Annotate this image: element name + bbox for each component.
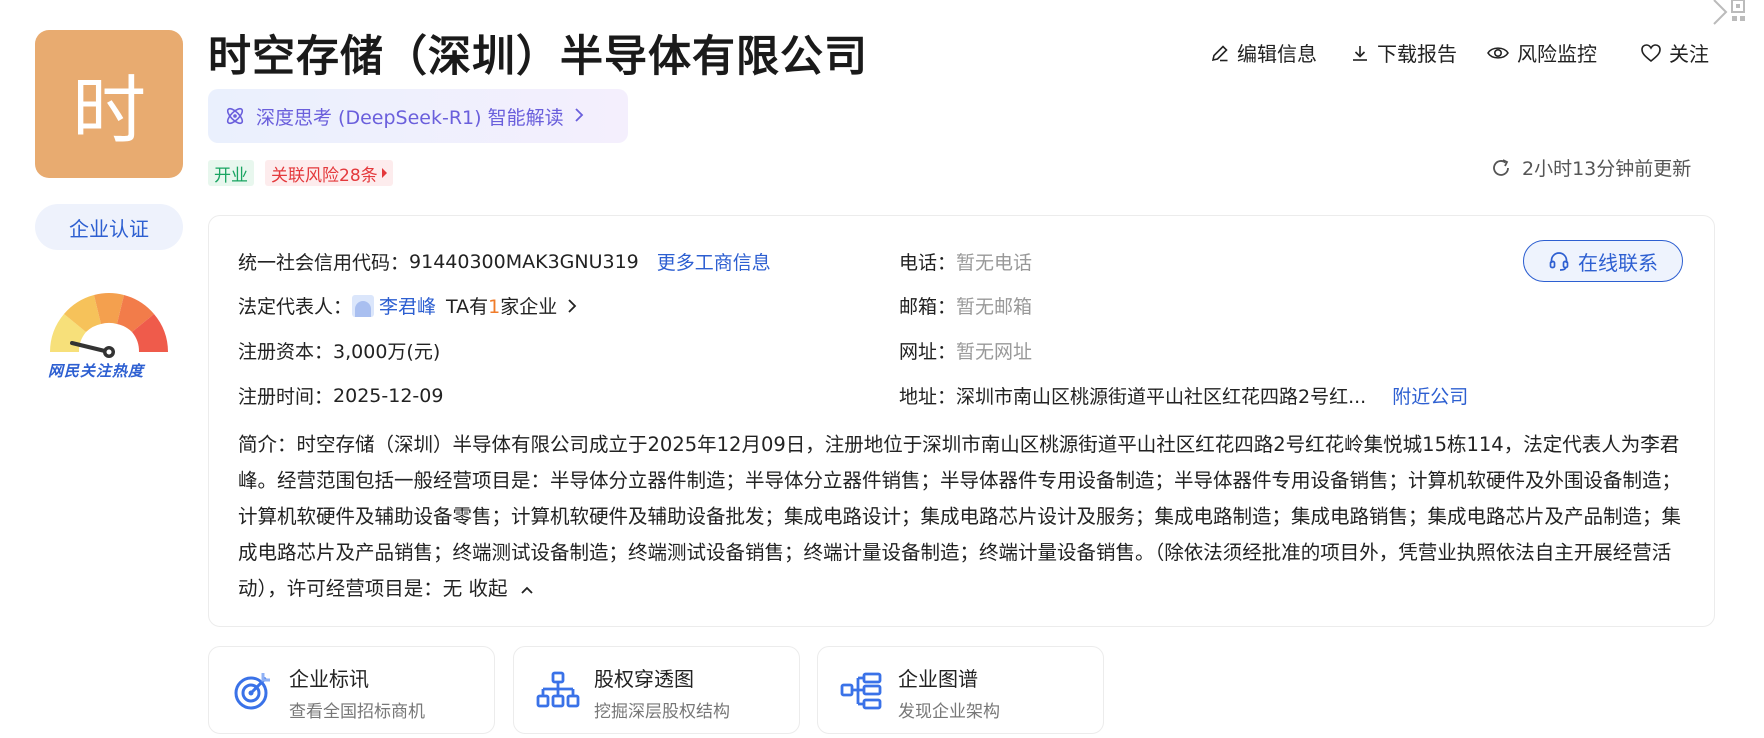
ta-count: 1 xyxy=(488,296,501,318)
qrcode-icon[interactable] xyxy=(1712,0,1752,32)
capital-label: 注册资本： xyxy=(238,341,334,363)
company-intro: 简介：时空存储（深圳）半导体有限公司成立于2025年12月09日，注册地位于深圳… xyxy=(238,427,1688,607)
collapse-button[interactable]: 收起 xyxy=(468,577,533,600)
download-report-label: 下载报告 xyxy=(1377,42,1457,66)
edit-info-button[interactable]: 编辑信息 xyxy=(1210,38,1317,67)
heart-icon xyxy=(1641,43,1661,62)
target-icon xyxy=(234,673,270,710)
hierarchy-icon xyxy=(840,672,882,710)
credit-code-value: 91440300MAK3GNU319 xyxy=(409,250,639,273)
update-time-label: 2小时13分钟前更新 xyxy=(1522,158,1692,180)
email-value: 暂无邮箱 xyxy=(956,296,1033,318)
update-status[interactable]: 2小时13分钟前更新 xyxy=(1490,154,1691,181)
status-badge: 开业 xyxy=(208,160,254,186)
website-row: 网址： 暂无网址 xyxy=(899,337,1032,364)
chevron-up-icon xyxy=(521,586,533,594)
feature-title: 企业标讯 xyxy=(289,667,369,691)
cert-label: 企业认证 xyxy=(69,216,149,241)
pencil-icon xyxy=(1211,44,1228,61)
edit-info-label: 编辑信息 xyxy=(1237,42,1317,66)
email-label: 邮箱： xyxy=(899,296,957,318)
address-row: 地址： 深圳市南山区桃源街道平山社区红花四路2号红... 附近公司 xyxy=(899,382,1468,409)
feature-subtitle: 查看全国招标商机 xyxy=(289,702,425,722)
online-contact-button[interactable]: 在线联系 xyxy=(1523,240,1683,282)
company-logo: 时 xyxy=(35,30,183,178)
risk-badge[interactable]: 关联风险28条 xyxy=(265,160,393,186)
legal-rep-row: 法定代表人： 李君峰 TA有1家企业 xyxy=(238,292,577,319)
capital-row: 注册资本： 3,000万(元) xyxy=(238,337,440,364)
download-report-button[interactable]: 下载报告 xyxy=(1350,38,1457,67)
eye-icon xyxy=(1487,46,1509,59)
atom-icon xyxy=(226,107,244,125)
website-value: 暂无网址 xyxy=(956,341,1033,363)
legal-rep-name-link[interactable]: 李君峰 xyxy=(379,292,436,319)
risk-monitor-button[interactable]: 风险监控 xyxy=(1486,38,1597,67)
legal-rep-label: 法定代表人： xyxy=(238,296,353,318)
email-row: 邮箱： 暂无邮箱 xyxy=(899,292,1032,319)
enterprise-cert-button[interactable]: 企业认证 xyxy=(35,204,183,250)
address-label: 地址： xyxy=(899,386,957,408)
company-name: 时空存储（深圳）半导体有限公司 xyxy=(208,32,868,82)
reg-date-value: 2025-12-09 xyxy=(333,384,444,407)
capital-value: 3,000万(元) xyxy=(333,341,441,363)
chevron-right-icon xyxy=(568,299,577,313)
feature-subtitle: 发现企业架构 xyxy=(898,702,1000,722)
more-business-info-link[interactable]: 更多工商信息 xyxy=(657,248,771,275)
logo-char: 时 xyxy=(72,67,146,154)
org-chart-icon xyxy=(536,671,580,708)
risk-label: 关联风险28条 xyxy=(271,165,378,186)
deepseek-label: 深度思考 (DeepSeek-R1) 智能解读 xyxy=(256,106,564,129)
reg-date-row: 注册时间： 2025-12-09 xyxy=(238,382,443,409)
chevron-right-icon xyxy=(574,106,584,127)
nearby-companies-link[interactable]: 附近公司 xyxy=(1392,382,1468,409)
feature-card-graph[interactable]: 企业图谱 发现企业架构 xyxy=(817,646,1104,734)
collapse-label: 收起 xyxy=(468,577,508,600)
feature-subtitle: 挖掘深层股权结构 xyxy=(594,702,730,722)
feature-title: 企业图谱 xyxy=(898,667,978,691)
ta-companies-link[interactable]: TA有1家企业 xyxy=(446,292,577,319)
online-contact-label: 在线联系 xyxy=(1578,250,1658,275)
ta-suffix: 家企业 xyxy=(500,296,558,318)
feature-title: 股权穿透图 xyxy=(594,667,694,691)
triangle-right-icon xyxy=(381,168,387,178)
credit-code-label: 统一社会信用代码： xyxy=(238,252,410,274)
attention-heat-gauge: 网民关注热度 xyxy=(42,282,176,392)
feature-card-equity[interactable]: 股权穿透图 挖掘深层股权结构 xyxy=(513,646,800,734)
risk-monitor-label: 风险监控 xyxy=(1517,42,1597,66)
refresh-icon xyxy=(1493,158,1509,176)
follow-button[interactable]: 关注 xyxy=(1640,38,1709,67)
reg-date-label: 注册时间： xyxy=(238,386,334,408)
feature-card-bidding[interactable]: 企业标讯 查看全国招标商机 xyxy=(208,646,495,734)
address-value[interactable]: 深圳市南山区桃源街道平山社区红花四路2号红... xyxy=(956,382,1366,409)
heat-label: 网民关注热度 xyxy=(48,362,145,380)
intro-text: 简介：时空存储（深圳）半导体有限公司成立于2025年12月09日，注册地位于深圳… xyxy=(238,433,1682,600)
download-icon xyxy=(1353,45,1367,61)
headset-icon xyxy=(1549,252,1569,271)
phone-value: 暂无电话 xyxy=(956,252,1033,274)
website-label: 网址： xyxy=(899,341,957,363)
phone-label: 电话： xyxy=(899,252,957,274)
avatar xyxy=(352,294,375,317)
follow-label: 关注 xyxy=(1669,42,1709,66)
credit-code-row: 统一社会信用代码： 91440300MAK3GNU319 更多工商信息 xyxy=(238,248,771,275)
ta-prefix: TA有 xyxy=(446,296,489,318)
deepseek-analysis-button[interactable]: 深度思考 (DeepSeek-R1) 智能解读 xyxy=(208,89,628,143)
phone-row: 电话： 暂无电话 xyxy=(899,248,1032,275)
